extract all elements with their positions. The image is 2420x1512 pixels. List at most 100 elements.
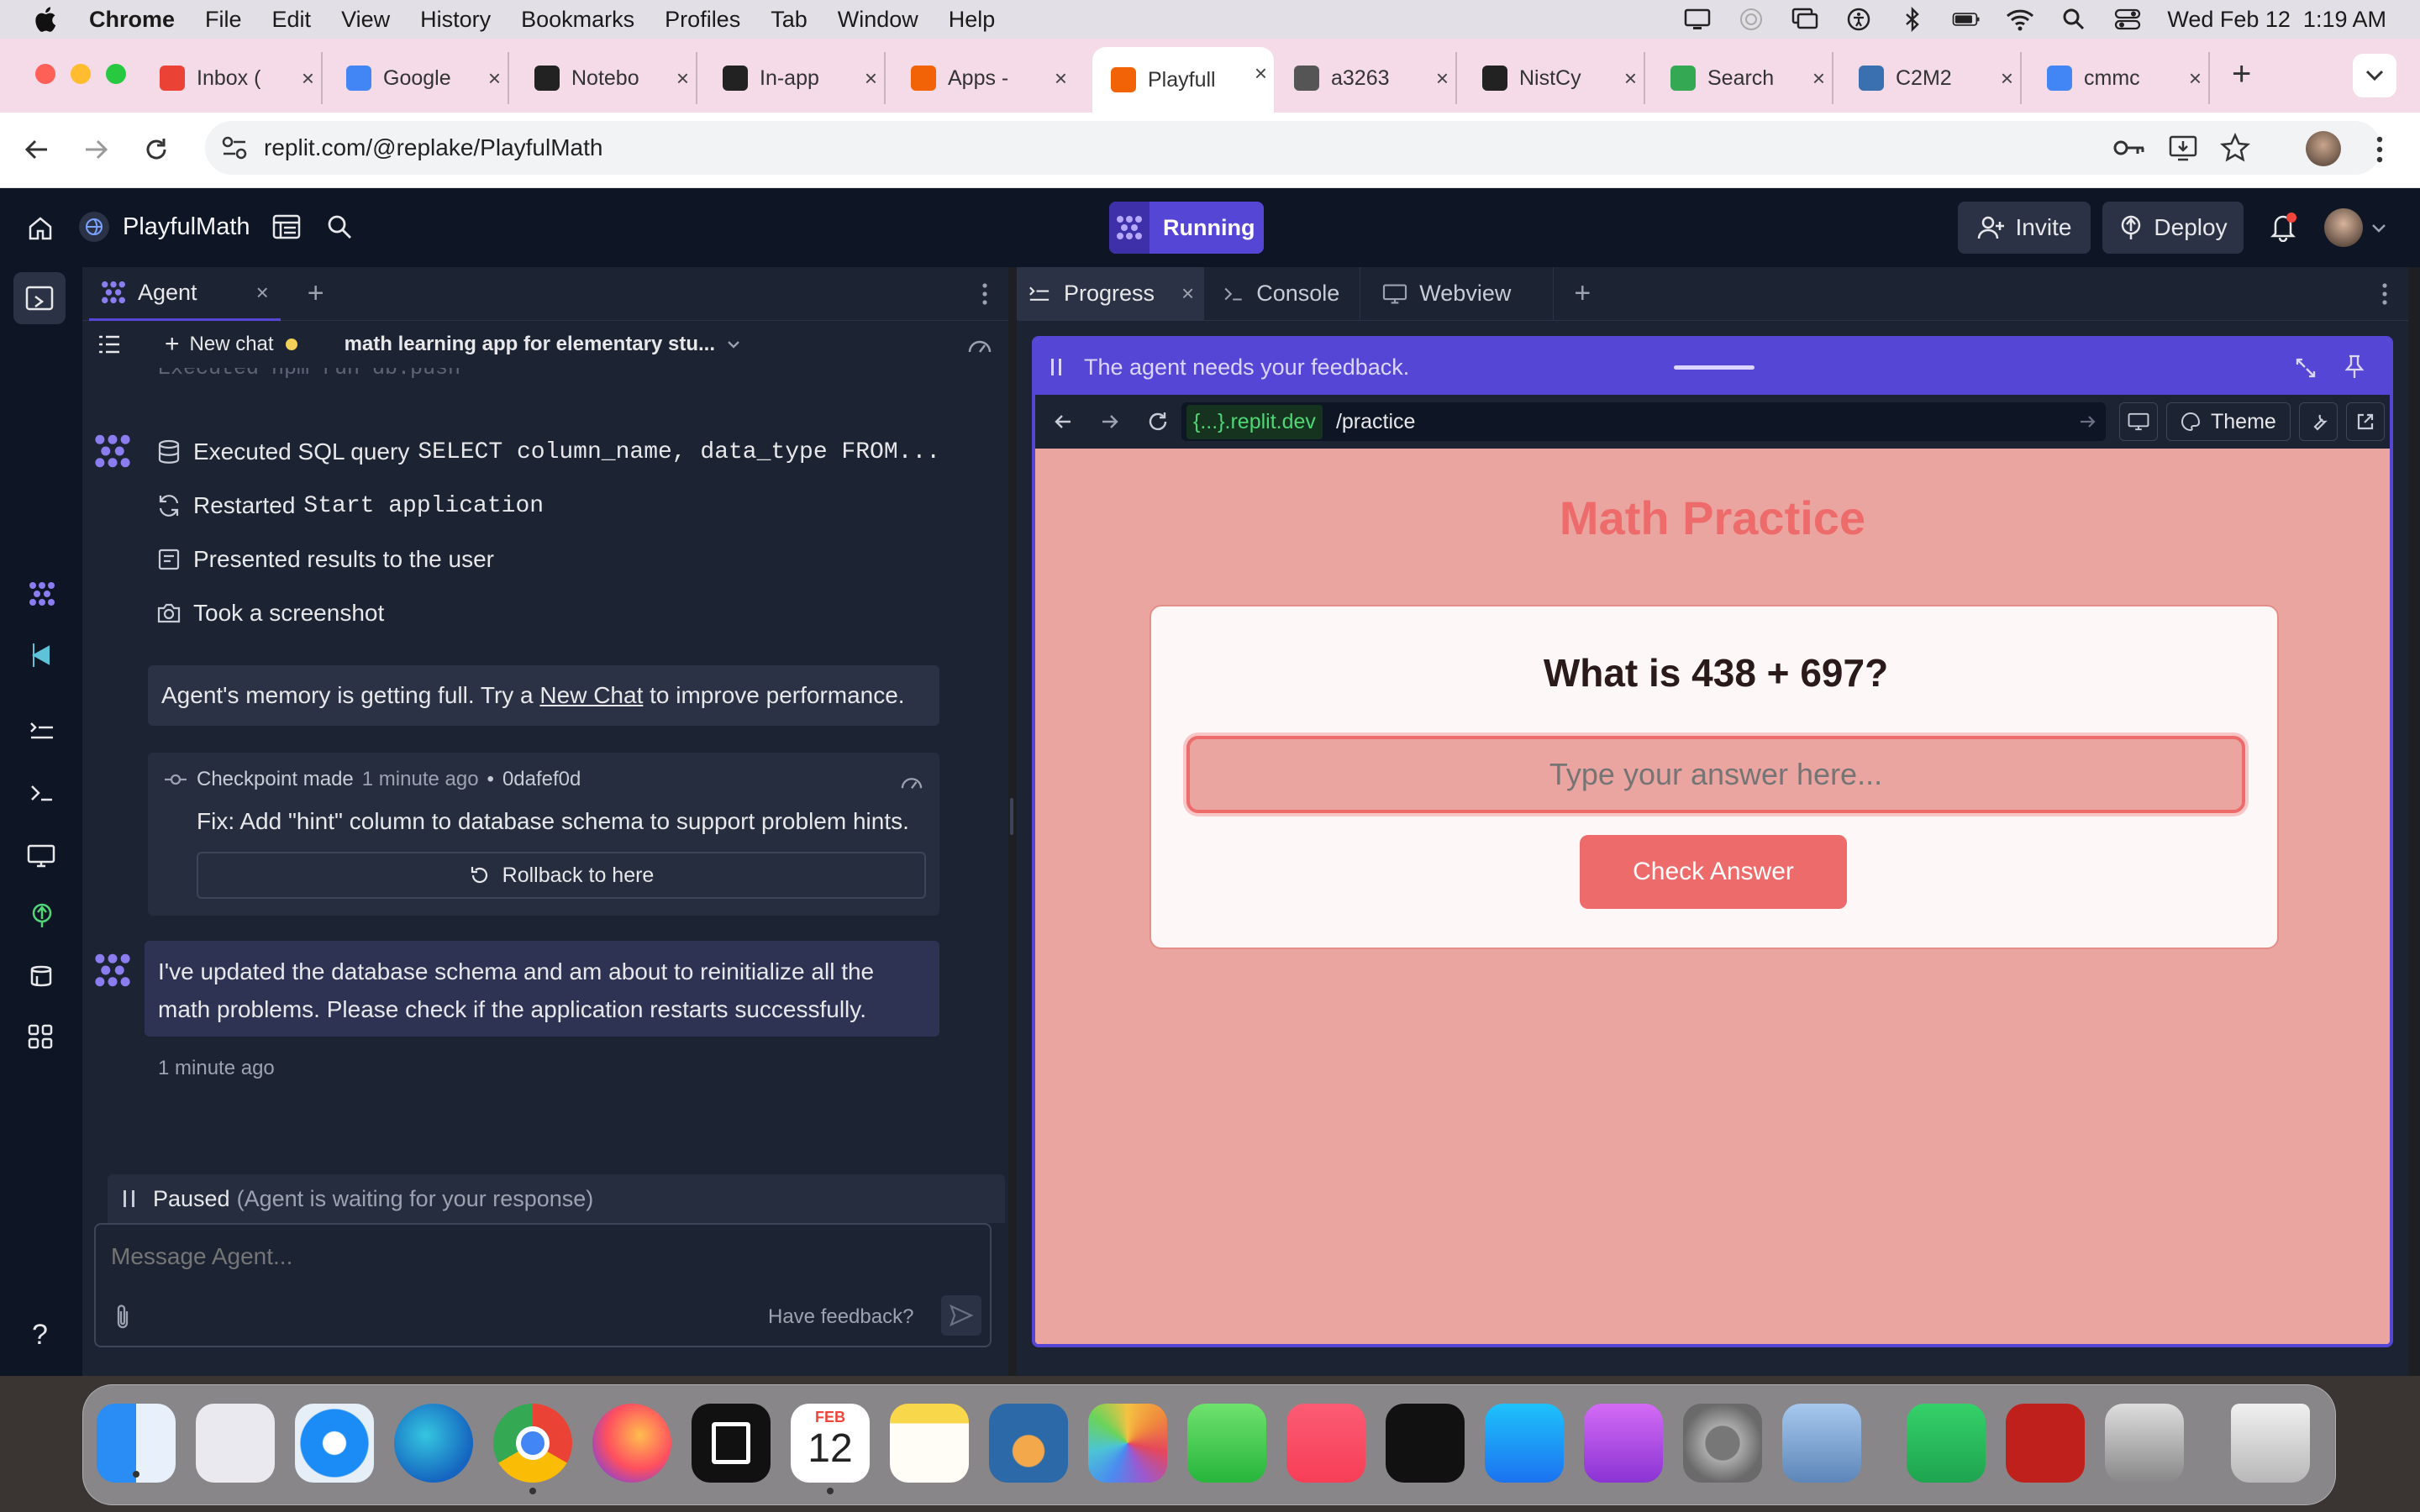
theme-button[interactable]: Theme: [2166, 402, 2291, 441]
action-screenshot[interactable]: Took a screenshot: [156, 593, 384, 633]
invite-button[interactable]: Invite: [1958, 202, 2091, 254]
photos-icon[interactable]: [1088, 1404, 1167, 1483]
pathfinder-icon[interactable]: [989, 1404, 1068, 1483]
open-new-tab-icon[interactable]: [2345, 402, 2385, 441]
webview-tool-icon[interactable]: [27, 843, 55, 869]
firefox-icon[interactable]: [592, 1404, 671, 1483]
screenshot-icon[interactable]: [2105, 1404, 2184, 1483]
panel-more-icon[interactable]: [2381, 282, 2388, 306]
chrome-icon[interactable]: [493, 1404, 572, 1494]
arrow-left-icon[interactable]: [1052, 411, 1074, 433]
send-button[interactable]: [941, 1295, 981, 1336]
go-arrow-icon[interactable]: [2079, 413, 2097, 430]
close-tab-icon[interactable]: ×: [302, 66, 314, 92]
assistant-tool-icon[interactable]: [30, 642, 54, 669]
action-restarted[interactable]: Restarted Start application: [156, 486, 544, 526]
search-icon[interactable]: [326, 213, 353, 240]
tab-search-button[interactable]: [2353, 54, 2396, 97]
chat-scroll-area[interactable]: Executed npm run db:push Executed SQL qu…: [82, 368, 1008, 1174]
launchpad-icon[interactable]: [196, 1404, 275, 1483]
menu-view[interactable]: View: [341, 7, 390, 33]
devtools-wrench-icon[interactable]: [2298, 402, 2338, 441]
browser-tab[interactable]: Notebo ×: [524, 52, 697, 104]
menu-profiles[interactable]: Profiles: [665, 7, 740, 33]
browser-tab[interactable]: C2M2 ×: [1849, 52, 2022, 104]
close-window-button[interactable]: [35, 64, 55, 84]
reload-icon[interactable]: [1146, 410, 1170, 433]
close-tab-icon[interactable]: ×: [1812, 66, 1825, 92]
notes-icon[interactable]: [890, 1404, 969, 1483]
messages-icon[interactable]: [1187, 1404, 1266, 1483]
close-tab-icon[interactable]: ×: [2001, 66, 2013, 92]
close-tab-icon[interactable]: ×: [488, 66, 501, 92]
attach-paperclip-icon[interactable]: [113, 1304, 133, 1331]
home-icon[interactable]: [27, 215, 54, 242]
bluetooth-icon[interactable]: [1898, 7, 1927, 32]
system-settings-icon[interactable]: [1683, 1404, 1762, 1483]
siri-icon[interactable]: [1737, 7, 1765, 32]
add-tab-icon[interactable]: +: [1574, 277, 1591, 310]
edge-icon[interactable]: [394, 1404, 473, 1483]
site-info-icon[interactable]: [220, 134, 249, 161]
action-sql-query[interactable]: Executed SQL query SELECT column_name, d…: [156, 432, 940, 472]
tab-agent[interactable]: Agent ×: [89, 267, 281, 321]
new-chat-link[interactable]: New Chat: [539, 682, 643, 709]
url-text[interactable]: replit.com/@replake/PlayfulMath: [264, 134, 602, 161]
browser-tab[interactable]: Playfull ×: [1092, 47, 1274, 113]
browser-tab[interactable]: Search ×: [1660, 52, 1833, 104]
toggle-sidebar-icon[interactable]: [13, 272, 66, 324]
apple-logo-icon[interactable]: [32, 5, 57, 34]
install-app-icon[interactable]: [2168, 133, 2198, 163]
panel-resize-handle[interactable]: [1010, 798, 1013, 835]
check-answer-button[interactable]: Check Answer: [1580, 835, 1847, 909]
run-status-button[interactable]: Running: [1109, 202, 1264, 254]
deployments-tool-icon[interactable]: [29, 902, 55, 929]
finder-icon[interactable]: [97, 1404, 176, 1483]
safari-icon[interactable]: [295, 1404, 374, 1483]
new-tab-button[interactable]: +: [2232, 55, 2251, 93]
trash-icon[interactable]: [2231, 1404, 2310, 1483]
forward-button[interactable]: [81, 134, 111, 165]
deploy-button[interactable]: Deploy: [2102, 202, 2244, 254]
browser-tab[interactable]: cmmc ×: [2037, 52, 2210, 104]
device-toggle-icon[interactable]: [2119, 402, 2158, 441]
console-tool-icon[interactable]: [29, 781, 55, 805]
menu-edit[interactable]: Edit: [272, 7, 312, 33]
wifi-icon[interactable]: [2006, 7, 2034, 32]
minimize-window-button[interactable]: [71, 64, 91, 84]
preview-app-icon[interactable]: [1782, 1404, 1861, 1483]
address-bar[interactable]: replit.com/@replake/PlayfulMath: [205, 121, 2381, 175]
close-tab-icon[interactable]: ×: [1181, 281, 1194, 307]
reload-button[interactable]: [141, 134, 171, 165]
menubar-clock[interactable]: Wed Feb 12 1:19 AM: [2167, 7, 2386, 33]
add-tab-icon[interactable]: +: [308, 277, 324, 310]
chrome-menu-icon[interactable]: [2375, 134, 2385, 165]
answer-input[interactable]: [1186, 736, 2245, 813]
chat-title-dropdown[interactable]: math learning app for elementary stu...: [345, 333, 740, 356]
control-center-icon[interactable]: [2113, 7, 2142, 32]
spotlight-search-icon[interactable]: [2060, 7, 2088, 32]
apple-tv-icon[interactable]: [1386, 1404, 1465, 1483]
menu-file[interactable]: File: [205, 7, 242, 33]
close-tab-icon[interactable]: ×: [1255, 60, 1267, 87]
browser-tab[interactable]: Apps - ×: [901, 52, 1074, 104]
arrow-right-icon[interactable]: [1099, 411, 1121, 433]
password-key-icon[interactable]: [2112, 136, 2146, 160]
pin-icon[interactable]: [2344, 354, 2365, 380]
panel-more-icon[interactable]: [981, 282, 988, 306]
menu-app-name[interactable]: Chrome: [89, 7, 175, 33]
back-button[interactable]: [22, 134, 52, 165]
screen-mirroring-icon[interactable]: [1791, 7, 1819, 32]
menu-window[interactable]: Window: [838, 7, 918, 33]
chat-list-icon[interactable]: [97, 334, 121, 354]
calendar-icon[interactable]: FEB 12: [791, 1404, 870, 1494]
new-chat-button[interactable]: + New chat: [165, 330, 297, 359]
tab-webview[interactable]: Webview: [1360, 266, 1555, 321]
menu-tab[interactable]: Tab: [771, 7, 808, 33]
acrobat-icon[interactable]: [2006, 1404, 2085, 1483]
database-tool-icon[interactable]: [27, 963, 55, 991]
account-menu-chevron-icon[interactable]: [2371, 223, 2386, 234]
display-icon[interactable]: [1683, 7, 1712, 32]
loom-icon[interactable]: [692, 1404, 771, 1483]
notifications-bell-icon[interactable]: [2269, 212, 2297, 242]
